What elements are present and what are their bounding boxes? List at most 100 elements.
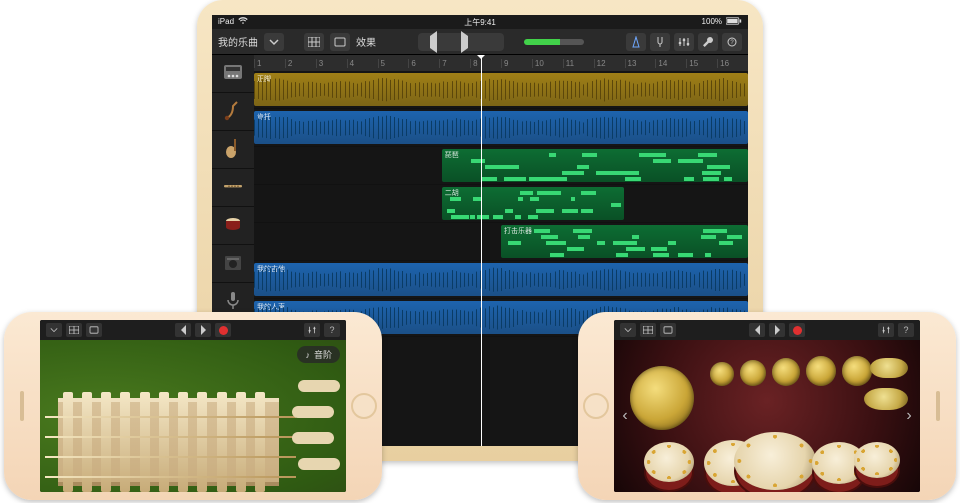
- tuning-peg[interactable]: [292, 432, 334, 444]
- fx-button[interactable]: 效果: [356, 34, 376, 49]
- loop-browser-icon[interactable]: [660, 323, 676, 337]
- battery-percent: 100%: [702, 17, 722, 27]
- pipa-string[interactable]: [45, 456, 296, 458]
- ruler-tick[interactable]: 6: [408, 59, 439, 68]
- home-button[interactable]: [583, 393, 609, 419]
- ruler-tick[interactable]: 9: [501, 59, 532, 68]
- tuning-peg[interactable]: [298, 380, 340, 392]
- ruler-tick[interactable]: 10: [532, 59, 563, 68]
- ruler-tick[interactable]: 11: [563, 59, 594, 68]
- chevron-down-icon[interactable]: [46, 323, 62, 337]
- track-row[interactable]: 二胡: [254, 185, 748, 223]
- track-header[interactable]: [212, 245, 254, 283]
- ruler-tick[interactable]: 2: [285, 59, 316, 68]
- help-icon[interactable]: ?: [324, 323, 340, 337]
- cymbal[interactable]: [870, 358, 908, 378]
- floor-drum[interactable]: [854, 442, 900, 478]
- track-row[interactable]: 琵琶: [254, 147, 748, 185]
- clip[interactable]: 二胡: [442, 187, 625, 220]
- big-gong[interactable]: [630, 366, 694, 430]
- track-header[interactable]: [212, 169, 254, 207]
- record-button[interactable]: [215, 323, 231, 337]
- pipa-string[interactable]: [45, 476, 296, 478]
- pipa-instrument-surface[interactable]: ♪ 音阶: [40, 340, 346, 492]
- small-gong[interactable]: [710, 362, 734, 386]
- timeline-ruler[interactable]: 12345678910111213141516: [254, 55, 748, 71]
- track-row[interactable]: 我的吉他: [254, 261, 748, 299]
- loop-browser-icon[interactable]: [330, 33, 350, 51]
- playhead[interactable]: [481, 55, 482, 446]
- ruler-tick[interactable]: 14: [655, 59, 686, 68]
- clip[interactable]: 肯托: [254, 111, 748, 144]
- ruler-tick[interactable]: 5: [378, 59, 409, 68]
- track-row[interactable]: 打击乐器: [254, 223, 748, 261]
- track-row[interactable]: 肯托: [254, 109, 748, 147]
- play-button[interactable]: [195, 323, 211, 337]
- clip[interactable]: 琵琶: [442, 149, 748, 182]
- speaker-grille: [936, 391, 940, 421]
- record-button[interactable]: [789, 323, 805, 337]
- rewind-button[interactable]: [175, 323, 191, 337]
- clip[interactable]: 打击乐器: [501, 225, 748, 258]
- play-button[interactable]: [769, 323, 785, 337]
- ruler-tick[interactable]: 12: [594, 59, 625, 68]
- ruler-tick[interactable]: 13: [625, 59, 656, 68]
- loop-browser-icon[interactable]: [86, 323, 102, 337]
- sliders-icon[interactable]: [304, 323, 320, 337]
- small-gong[interactable]: [806, 356, 836, 386]
- sliders-icon[interactable]: [878, 323, 894, 337]
- chevron-down-icon[interactable]: [620, 323, 636, 337]
- ruler-tick[interactable]: 15: [686, 59, 717, 68]
- track-row[interactable]: 正脚: [254, 71, 748, 109]
- chinese-percussion-surface[interactable]: ‹ ›: [614, 340, 920, 492]
- help-icon[interactable]: ?: [898, 323, 914, 337]
- small-gong[interactable]: [740, 360, 766, 386]
- tuning-peg[interactable]: [298, 458, 340, 470]
- ruler-tick[interactable]: 3: [316, 59, 347, 68]
- small-gong[interactable]: [842, 356, 872, 386]
- phone-left-toolbar: ?: [40, 320, 346, 340]
- grid-icon[interactable]: [66, 323, 82, 337]
- pipa-string[interactable]: [45, 436, 296, 438]
- home-button[interactable]: [351, 393, 377, 419]
- status-time: 上午9:41: [464, 17, 496, 28]
- sliders-icon[interactable]: [674, 33, 694, 51]
- floor-drum[interactable]: [644, 442, 694, 482]
- ruler-tick[interactable]: 4: [347, 59, 378, 68]
- metronome-icon[interactable]: [626, 33, 646, 51]
- scale-button[interactable]: ♪ 音阶: [297, 346, 340, 363]
- ruler-tick[interactable]: 7: [439, 59, 470, 68]
- wrench-icon[interactable]: [698, 33, 718, 51]
- track-header[interactable]: [212, 131, 254, 169]
- pipa-neck[interactable]: [58, 398, 278, 486]
- help-icon[interactable]: ?: [722, 33, 742, 51]
- big-drum[interactable]: [734, 432, 816, 490]
- ruler-tick[interactable]: 1: [254, 59, 285, 68]
- ruler-tick[interactable]: 8: [470, 59, 501, 68]
- grid-icon[interactable]: [640, 323, 656, 337]
- battery-icon: [726, 17, 742, 27]
- grid-icon[interactable]: [304, 33, 324, 51]
- amp-icon: [221, 250, 245, 277]
- track-header[interactable]: [212, 93, 254, 131]
- play-button[interactable]: [461, 36, 468, 48]
- clip[interactable]: 正脚: [254, 73, 748, 106]
- tuning-peg[interactable]: [292, 406, 334, 418]
- tuning-fork-icon[interactable]: [650, 33, 670, 51]
- small-gong[interactable]: [772, 358, 800, 386]
- ruler-tick[interactable]: 16: [717, 59, 748, 68]
- track-header[interactable]: [212, 55, 254, 93]
- rewind-button[interactable]: [749, 323, 765, 337]
- cymbal[interactable]: [864, 388, 908, 410]
- chinese-drum-icon: [221, 212, 245, 239]
- track-header[interactable]: [212, 207, 254, 245]
- master-volume-meter[interactable]: [524, 39, 584, 45]
- wifi-icon: [238, 17, 248, 27]
- iphone-left-screen: ? ♪ 音阶: [40, 320, 346, 492]
- flute-icon: [221, 174, 245, 201]
- rewind-button[interactable]: [430, 36, 437, 48]
- chevron-down-icon[interactable]: [264, 33, 284, 51]
- pipa-string[interactable]: [45, 416, 296, 418]
- song-title[interactable]: 我的乐曲: [218, 34, 258, 49]
- clip[interactable]: 我的吉他: [254, 263, 748, 296]
